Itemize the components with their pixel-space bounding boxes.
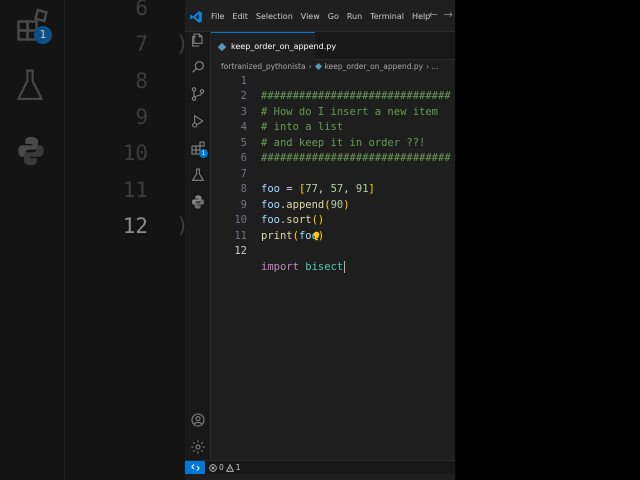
menu-file[interactable]: File — [207, 12, 228, 21]
menu-selection[interactable]: Selection — [252, 12, 297, 21]
warning-icon — [225, 463, 234, 472]
error-count: 0 — [219, 463, 224, 472]
menu-view[interactable]: View — [297, 12, 324, 21]
code-line: 3 # into a list — [211, 89, 455, 134]
activity-bar: 1 — [185, 32, 211, 460]
account-icon[interactable] — [190, 412, 206, 428]
lightbulb-icon[interactable] — [262, 215, 319, 240]
background-line-number: 7 — [135, 32, 148, 56]
settings-gear-icon[interactable] — [190, 439, 206, 455]
menu-terminal[interactable]: Terminal — [366, 12, 408, 21]
background-line-number: 8 — [135, 69, 148, 93]
code-line: 4 # and keep it in order ??! — [211, 105, 455, 149]
menu-edit[interactable]: Edit — [228, 12, 252, 21]
code-line: 9 foo.sort() — [211, 182, 455, 227]
title-bar: File Edit Selection View Go Run Terminal… — [185, 0, 455, 32]
background-line-numbers: 6 7 8 9 10 11 12 ) ) — [0, 0, 189, 480]
line-content: import bisect — [261, 260, 346, 273]
background-line-number: 6 — [135, 0, 148, 20]
code-line: 10 print(foo) — [211, 198, 455, 242]
error-icon — [209, 463, 217, 472]
code-line: 5 ############################## — [211, 120, 455, 165]
tab-label: keep_order_on_append.py — [231, 42, 337, 51]
source-control-icon[interactable] — [190, 86, 206, 102]
code-line: 11 — [211, 213, 455, 242]
testing-icon[interactable] — [190, 167, 206, 183]
menu-run[interactable]: Run — [343, 12, 366, 21]
background-line-number: 10 — [122, 141, 148, 165]
code-line: 1 ############################## — [211, 58, 455, 103]
code-editor[interactable]: 1 ############################## 2 # How… — [211, 58, 455, 460]
editor-tabs: keep_order_on_append.py — [211, 32, 455, 60]
problems-status[interactable]: 0 1 — [209, 461, 241, 474]
background-right-pane — [456, 0, 640, 480]
code-line: 2 # How do I insert a new item — [211, 74, 455, 118]
extensions-badge: 1 — [199, 149, 208, 158]
code-line: 6 — [211, 136, 455, 164]
search-icon[interactable] — [190, 59, 206, 75]
remote-indicator-icon[interactable] — [185, 461, 205, 474]
background-line-number: 9 — [135, 105, 148, 129]
menu-go[interactable]: Go — [324, 12, 343, 21]
run-debug-icon[interactable] — [190, 113, 206, 129]
forward-arrow-icon[interactable]: → — [444, 9, 453, 21]
vscode-window: File Edit Selection View Go Run Terminal… — [185, 0, 455, 480]
code-line-current: 12 import bisect — [211, 229, 455, 273]
vscode-logo-icon — [189, 9, 203, 23]
background-line-number-current: 12 — [122, 214, 148, 238]
python-icon[interactable] — [190, 194, 206, 210]
code-line: 8 foo.append(90) — [211, 167, 455, 211]
navigation-controls: ← → — [429, 9, 453, 21]
back-arrow-icon[interactable]: ← — [429, 9, 438, 21]
status-bar: 0 1 — [185, 460, 455, 474]
menu-bar: File Edit Selection View Go Run Terminal… — [207, 0, 434, 32]
warning-count: 1 — [235, 463, 241, 472]
text-cursor — [344, 260, 346, 273]
background-line-number: 11 — [122, 178, 148, 202]
tab-keep-order-on-append[interactable]: keep_order_on_append.py — [211, 32, 336, 60]
code-line: 7 foo = [77, 57, 91] — [211, 151, 455, 196]
files-icon[interactable] — [190, 32, 206, 48]
extensions-icon[interactable]: 1 — [190, 140, 208, 158]
python-file-icon — [217, 42, 227, 51]
line-number: 12 — [234, 245, 247, 257]
